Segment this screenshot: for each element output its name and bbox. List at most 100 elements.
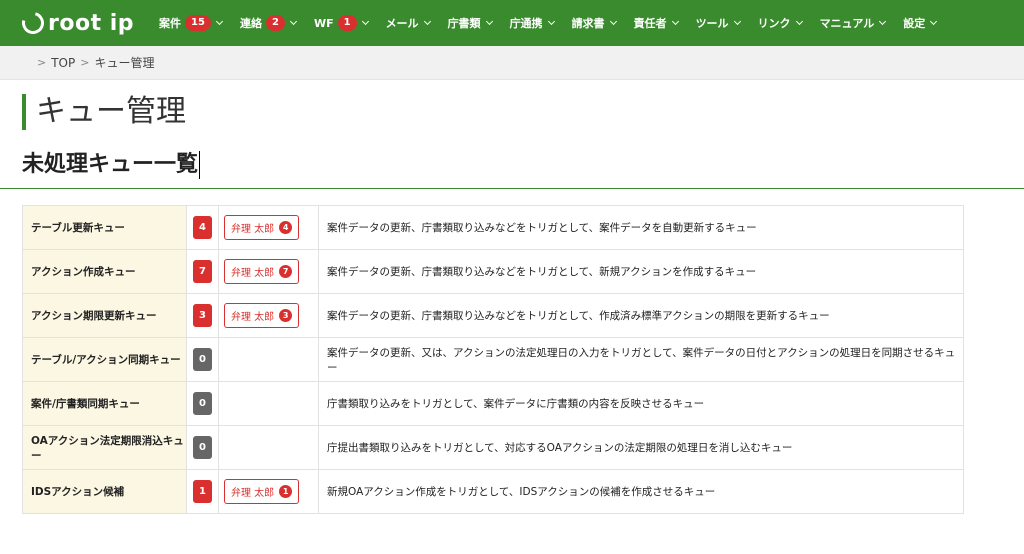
nav-item-invoice[interactable]: 請求書: [563, 0, 625, 46]
queue-assignee-cell: 弁理 太郎 1: [218, 469, 319, 514]
chevron-down-icon: [485, 17, 493, 26]
queue-assignee-cell: 弁理 太郎 3: [218, 293, 319, 338]
nav-item-office-link[interactable]: 庁通携: [501, 0, 563, 46]
chevron-down-icon: [671, 17, 679, 26]
nav-item-label: メール: [385, 17, 419, 30]
queue-count-cell: 0: [186, 425, 219, 470]
nav-item-label: マニュアル: [819, 17, 875, 30]
nav-count-badge: 2: [265, 15, 285, 31]
chevron-down-icon: [361, 17, 369, 26]
assignee-button[interactable]: 弁理 太郎 4: [224, 215, 300, 240]
nav-item-renraku[interactable]: 連絡 2: [231, 0, 305, 46]
nav-item-label: 責任者: [633, 17, 667, 30]
queue-assignee-cell: 弁理 太郎 4: [218, 205, 319, 250]
nav-item-settings[interactable]: 設定: [894, 0, 945, 46]
chevron-down-icon: [733, 17, 741, 26]
queue-name: OAアクション法定期限消込キュー: [22, 425, 187, 470]
nav-item-manager[interactable]: 責任者: [625, 0, 687, 46]
queue-count-badge[interactable]: 0: [193, 348, 212, 371]
table-row: テーブル/アクション同期キュー 0 案件データの更新、又は、アクションの法定処理…: [22, 337, 964, 382]
queue-count-badge[interactable]: 0: [193, 392, 212, 415]
chevron-down-icon: [423, 17, 431, 26]
nav-item-label: 庁書類: [447, 17, 481, 30]
nav-item-mail[interactable]: メール: [377, 0, 439, 46]
assignee-name: 弁理 太郎: [231, 224, 275, 235]
queue-count-cell: 0: [186, 381, 219, 426]
nav-menu: 案件 15 連絡 2 WF 1 メール 庁書類 庁通携 請求書 責任者 ツール …: [150, 0, 945, 46]
table-row: OAアクション法定期限消込キュー 0 庁提出書類取り込みをトリガとして、対応する…: [22, 425, 964, 470]
chevron-down-icon: [930, 17, 938, 26]
queue-description: 案件データの更新、庁書類取り込みなどをトリガとして、作成済み標準アクションの期限…: [318, 293, 964, 338]
nav-item-label: ツール: [695, 17, 729, 30]
queue-count-badge[interactable]: 4: [193, 216, 212, 239]
chevron-down-icon: [609, 17, 617, 26]
section-divider: [0, 188, 1024, 189]
nav-item-wf[interactable]: WF 1: [305, 0, 377, 46]
queue-name: 案件/庁書類同期キュー: [22, 381, 187, 426]
chevron-down-icon: [795, 17, 803, 26]
assignee-name: 弁理 太郎: [231, 312, 275, 323]
queue-count-cell: 1: [186, 469, 219, 514]
table-row: テーブル更新キュー 4 弁理 太郎 4 案件データの更新、庁書類取り込みなどをトリ…: [22, 205, 964, 250]
queue-table: テーブル更新キュー 4 弁理 太郎 4 案件データの更新、庁書類取り込みなどをトリ…: [22, 205, 964, 514]
logo-ring-icon: [17, 7, 49, 39]
nav-item-label: リンク: [757, 17, 791, 30]
nav-count-badge: 1: [337, 15, 357, 31]
queue-count-badge[interactable]: 0: [193, 436, 212, 459]
table-row: 案件/庁書類同期キュー 0 庁書類取り込みをトリガとして、案件データに庁書類の内…: [22, 381, 964, 426]
nav-item-manual[interactable]: マニュアル: [811, 0, 895, 46]
nav-count-badge: 15: [185, 15, 211, 31]
section-title-wrap: 未処理キュー一覧: [22, 150, 1024, 180]
queue-assignee-cell: [218, 337, 319, 382]
queue-description: 庁書類取り込みをトリガとして、案件データに庁書類の内容を反映させるキュー: [318, 381, 964, 426]
queue-assignee-cell: [218, 381, 319, 426]
section-title: 未処理キュー一覧: [22, 152, 199, 177]
nav-item-links[interactable]: リンク: [749, 0, 811, 46]
page-title: キュー管理: [22, 94, 1024, 130]
chevron-right-icon: >: [37, 56, 47, 69]
assignee-count-badge: 1: [279, 485, 293, 498]
assignee-name: 弁理 太郎: [231, 488, 275, 499]
assignee-button[interactable]: 弁理 太郎 1: [224, 479, 300, 504]
queue-description: 案件データの更新、庁書類取り込みなどをトリガとして、案件データを自動更新するキュ…: [318, 205, 964, 250]
chevron-down-icon: [289, 17, 297, 26]
queue-assignee-cell: 弁理 太郎 7: [218, 249, 319, 294]
nav-item-label: 案件: [159, 17, 182, 30]
chevron-right-icon: >: [80, 56, 90, 69]
chevron-down-icon: [547, 17, 555, 26]
nav-item-office-docs[interactable]: 庁書類: [439, 0, 501, 46]
text-cursor: [199, 151, 201, 179]
queue-count-badge[interactable]: 1: [193, 480, 212, 503]
queue-name: IDSアクション候補: [22, 469, 187, 514]
table-row: アクション作成キュー 7 弁理 太郎 7 案件データの更新、庁書類取り込みなどをト…: [22, 249, 964, 294]
assignee-count-badge: 3: [279, 309, 293, 322]
nav-item-label: 連絡: [239, 17, 262, 30]
assignee-button[interactable]: 弁理 太郎 3: [224, 303, 300, 328]
nav-item-anken[interactable]: 案件 15: [150, 0, 231, 46]
logo[interactable]: root ip: [17, 7, 134, 39]
nav-item-label: 設定: [903, 17, 926, 30]
breadcrumb: > TOP > キュー管理: [0, 46, 1024, 80]
queue-name: アクション作成キュー: [22, 249, 187, 294]
chevron-down-icon: [215, 17, 224, 26]
queue-description: 新規OAアクション作成をトリガとして、IDSアクションの候補を作成させるキュー: [318, 469, 964, 514]
table-row: アクション期限更新キュー 3 弁理 太郎 3 案件データの更新、庁書類取り込みなど…: [22, 293, 964, 338]
queue-name: テーブル更新キュー: [22, 205, 187, 250]
nav-item-label: WF: [313, 16, 334, 30]
nav-item-label: 請求書: [571, 17, 605, 30]
queue-count-cell: 3: [186, 293, 219, 338]
queue-count-cell: 0: [186, 337, 219, 382]
breadcrumb-current: キュー管理: [94, 56, 155, 70]
queue-description: 案件データの更新、又は、アクションの法定処理日の入力をトリガとして、案件データの…: [318, 337, 964, 382]
queue-name: アクション期限更新キュー: [22, 293, 187, 338]
queue-count-cell: 7: [186, 249, 219, 294]
queue-description: 案件データの更新、庁書類取り込みなどをトリガとして、新規アクションを作成するキュ…: [318, 249, 964, 294]
assignee-button[interactable]: 弁理 太郎 7: [224, 259, 300, 284]
queue-assignee-cell: [218, 425, 319, 470]
breadcrumb-top-link[interactable]: TOP: [51, 56, 75, 70]
queue-count-badge[interactable]: 3: [193, 304, 212, 327]
queue-count-badge[interactable]: 7: [193, 260, 212, 283]
queue-name: テーブル/アクション同期キュー: [22, 337, 187, 382]
nav-item-tools[interactable]: ツール: [687, 0, 749, 46]
chevron-down-icon: [879, 17, 887, 26]
